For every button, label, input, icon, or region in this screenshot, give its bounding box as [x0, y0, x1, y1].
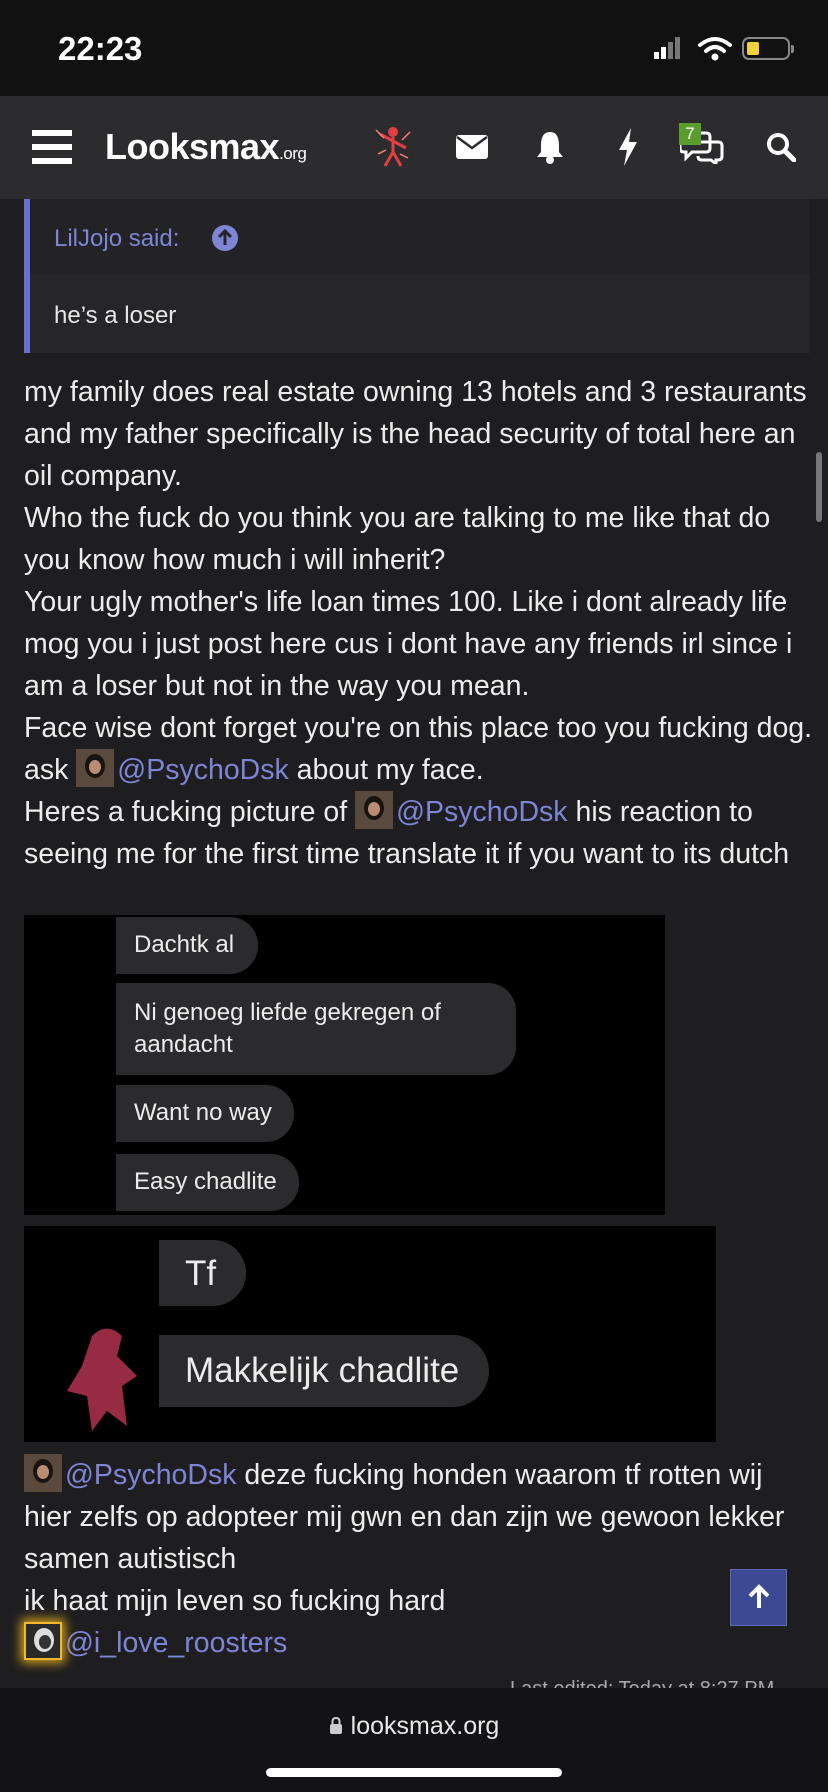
chat-screenshot-image-2[interactable]: Tf Makkelijk chadlite — [24, 1226, 716, 1442]
page-scrollbar[interactable] — [816, 452, 822, 522]
mention-link-psychodsk[interactable]: @PsychoDsk — [396, 796, 567, 828]
home-indicator[interactable] — [266, 1768, 562, 1777]
search-icon[interactable] — [766, 132, 796, 162]
cellular-signal-icon — [654, 37, 682, 59]
wifi-icon — [698, 37, 732, 61]
hamburger-menu-icon[interactable] — [32, 130, 72, 164]
post-text: about my face. — [288, 754, 484, 786]
url-text: looksmax.org — [350, 1712, 500, 1740]
mention-link-i-love-roosters[interactable]: @i_love_roosters — [65, 1627, 287, 1659]
post-body: my family does real estate owning 13 hot… — [24, 371, 814, 875]
top-navbar: Looksmax.org — [0, 96, 828, 199]
quote-block: LilJojo said: he’s a loser — [24, 199, 810, 353]
chat-screenshot-image-1[interactable]: Dachtk al Ni genoeg liefde gekregen of a… — [24, 915, 665, 1215]
status-time: 22:23 — [58, 30, 143, 67]
logo-main: Looksmax — [105, 126, 280, 167]
post-text: Heres a fucking picture of — [24, 796, 356, 828]
post-paragraph: @i_love_roosters — [24, 1622, 814, 1664]
chat-bubble: Ni genoeg liefde gekregen of aandacht — [116, 983, 516, 1075]
psychodsk-avatar[interactable] — [24, 1454, 62, 1492]
post-body-continued: @PsychoDsk deze fucking honden waarom tf… — [24, 1454, 814, 1664]
post-paragraph: Who the fuck do you think you are talkin… — [24, 502, 771, 576]
lightning-icon[interactable] — [617, 128, 639, 166]
mention-link-psychodsk[interactable]: @PsychoDsk — [117, 754, 288, 786]
post-paragraph: Face wise dont forget you're on this pla… — [24, 707, 814, 791]
scroll-to-top-button[interactable] — [730, 1569, 787, 1626]
mail-icon[interactable] — [456, 135, 488, 159]
post-paragraph: ik haat mijn leven so fucking hard — [24, 1585, 446, 1617]
browser-bottom-bar: looksmax.org — [0, 1688, 828, 1792]
psychodsk-avatar[interactable] — [355, 791, 394, 829]
bell-icon[interactable] — [535, 130, 565, 164]
chat-bubble: Easy chadlite — [116, 1154, 299, 1211]
post-paragraph: @PsychoDsk deze fucking honden waarom tf… — [24, 1454, 814, 1580]
post-paragraph: Your ugly mother's life loan times 100. … — [24, 586, 793, 702]
post-paragraph: Heres a fucking picture of @PsychoDsk hi… — [24, 791, 814, 875]
quote-header: LilJojo said: — [30, 199, 810, 275]
address-bar[interactable]: looksmax.org — [0, 1712, 828, 1741]
user-avatar-icon[interactable] — [372, 124, 414, 168]
lock-icon — [329, 1716, 342, 1734]
quote-text: he’s a loser — [54, 302, 177, 329]
chat-bubble: Tf — [159, 1240, 247, 1306]
arrow-up-icon — [748, 1584, 770, 1608]
i-love-roosters-avatar[interactable] — [24, 1622, 62, 1660]
red-figure-graphic — [67, 1328, 137, 1431]
logo-suffix: .org — [279, 144, 307, 163]
site-logo[interactable]: Looksmax.org — [105, 126, 307, 168]
psychodsk-avatar[interactable] — [76, 749, 115, 787]
quote-author[interactable]: LilJojo said: — [54, 225, 179, 253]
status-bar: 22:23 — [0, 0, 828, 96]
chat-bubble: Makkelijk chadlite — [159, 1335, 490, 1407]
post-paragraph: my family does real estate owning 13 hot… — [24, 376, 807, 492]
chat-bubble: Want no way — [116, 1085, 294, 1142]
chat-bubble: Dachtk al — [116, 917, 259, 974]
arrow-up-circle-icon[interactable] — [211, 224, 239, 252]
conversations-badge: 7 — [679, 123, 701, 145]
mention-link-psychodsk[interactable]: @PsychoDsk — [65, 1459, 236, 1491]
battery-icon — [742, 37, 794, 60]
